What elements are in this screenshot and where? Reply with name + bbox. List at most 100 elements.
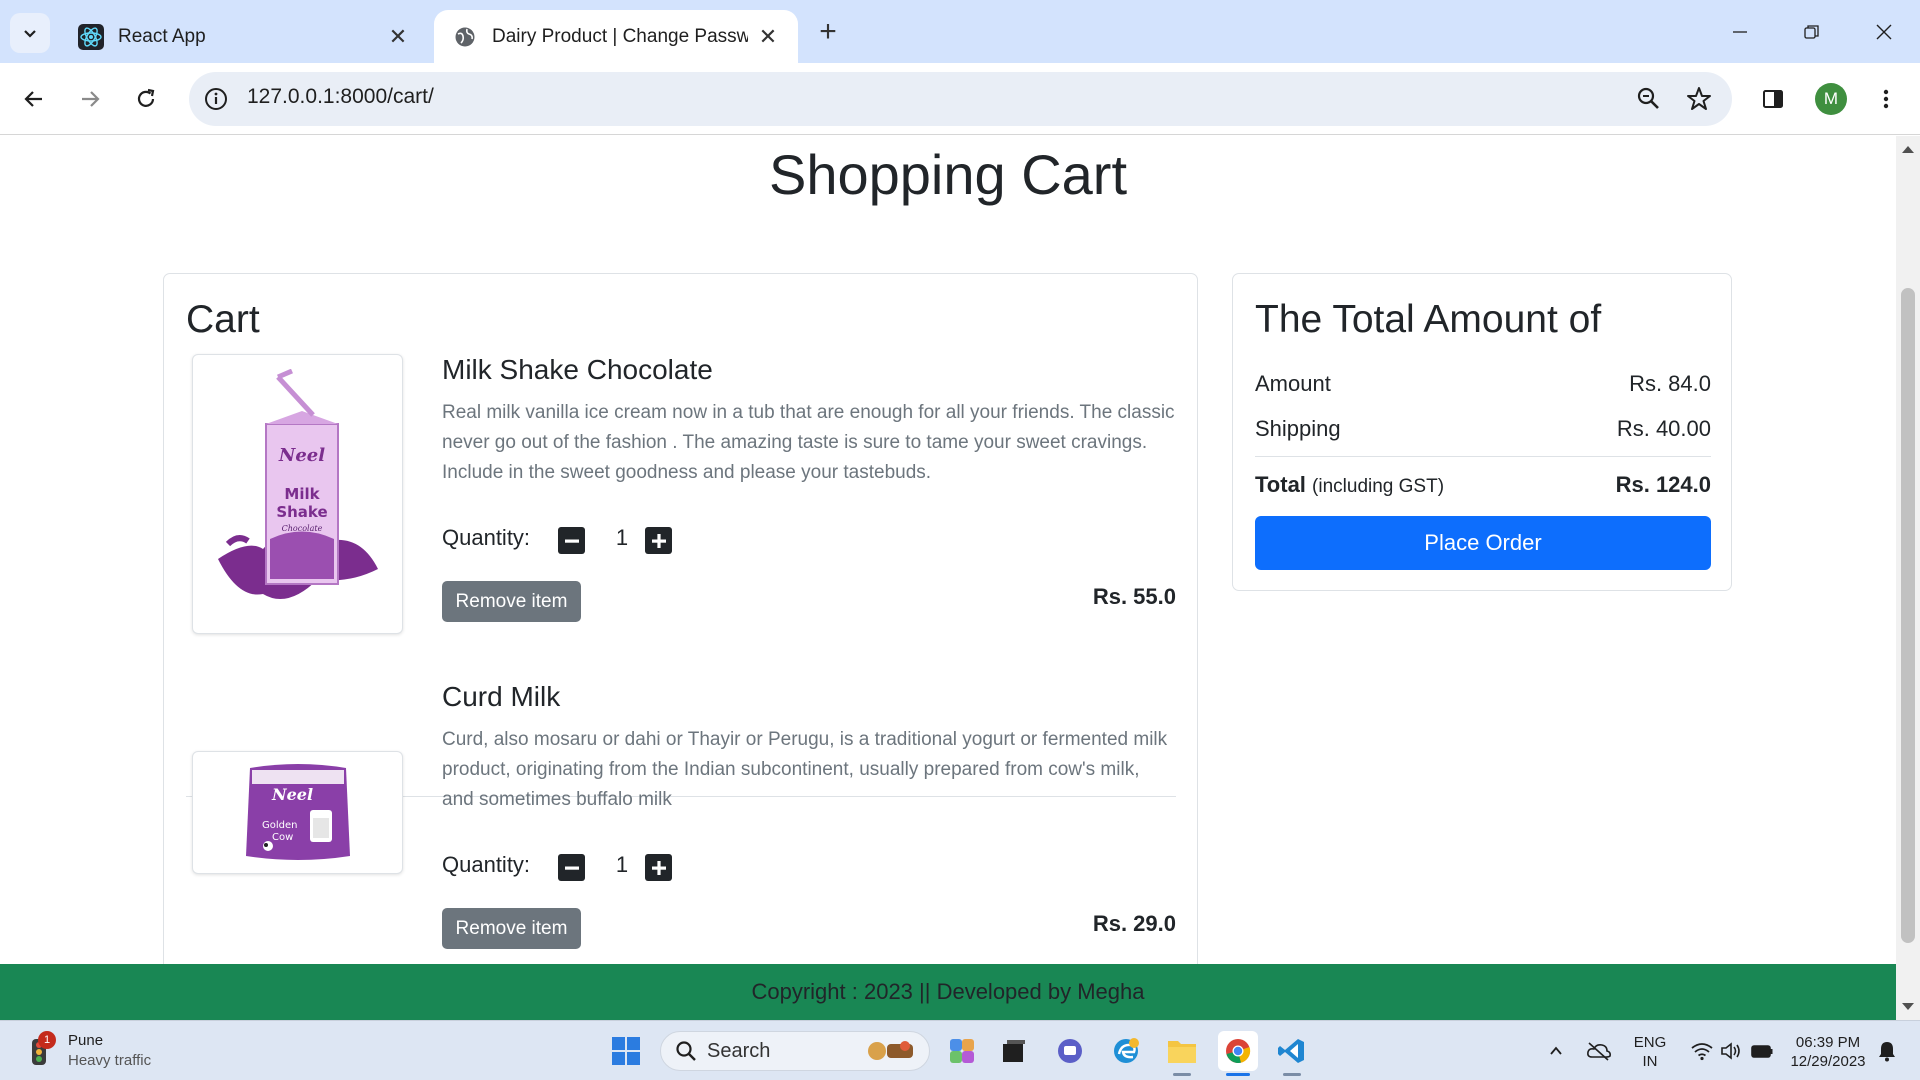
minimize-button[interactable] — [1720, 12, 1760, 52]
remove-item-button[interactable]: Remove item — [442, 908, 581, 949]
taskbar-search[interactable]: Search — [660, 1031, 930, 1071]
scroll-down-icon[interactable] — [1902, 1003, 1914, 1010]
task-view-icon — [1003, 1040, 1025, 1062]
place-order-button[interactable]: Place Order — [1255, 516, 1711, 570]
zoom-icon[interactable] — [1634, 84, 1664, 114]
task-view-app[interactable] — [994, 1031, 1034, 1071]
bookmark-star-icon[interactable] — [1684, 84, 1714, 114]
amount-value: Rs. 84.0 — [1629, 371, 1711, 396]
decrease-quantity-button[interactable] — [558, 527, 585, 554]
close-icon — [1876, 24, 1892, 40]
close-icon[interactable]: ✕ — [386, 24, 410, 49]
clock-date: 12/29/2023 — [1790, 1053, 1866, 1070]
product-image: Neel Milk Shake Chocolate — [192, 354, 403, 634]
footer: Copyright : 2023 || Developed by Megha — [0, 964, 1896, 1020]
increase-quantity-button[interactable] — [645, 527, 672, 554]
app-indicator — [1283, 1073, 1301, 1076]
url-text[interactable]: 127.0.0.1:8000/cart/ — [247, 85, 434, 109]
copilot-icon — [950, 1039, 974, 1063]
copilot-app[interactable] — [942, 1031, 982, 1071]
shipping-label: Shipping — [1255, 416, 1341, 441]
search-label: Search — [707, 1039, 771, 1062]
svg-text:Shake: Shake — [276, 503, 327, 521]
decrease-quantity-button[interactable] — [558, 854, 585, 881]
minimize-icon — [1733, 31, 1747, 33]
profile-avatar[interactable]: M — [1815, 83, 1847, 115]
vscode-icon — [1278, 1039, 1304, 1063]
quantity-label: Quantity: — [442, 525, 531, 550]
minus-icon — [564, 539, 579, 543]
taskbar: 1 Pune Heavy traffic Search ENG IN 06:39… — [0, 1020, 1920, 1080]
scrollbar-thumb[interactable] — [1901, 288, 1915, 943]
page-content: Shopping Cart Cart Neel Milk Shake Choco… — [0, 136, 1896, 964]
side-panel-button[interactable] — [1753, 79, 1793, 119]
summary-title: The Total Amount of — [1255, 298, 1602, 341]
page-scrollbar[interactable] — [1896, 136, 1920, 1020]
chat-icon — [1058, 1039, 1082, 1063]
language-code: ENG — [1633, 1034, 1667, 1051]
weather-widget[interactable]: 1 Pune Heavy traffic — [22, 1031, 151, 1071]
cart-card: Cart Neel Milk Shake Chocolate Milk Shak… — [163, 273, 1198, 964]
forward-button[interactable] — [70, 79, 110, 119]
clock[interactable]: 06:39 PM 12/29/2023 — [1780, 1033, 1876, 1071]
cart-item: Neel Golden Cow Curd Milk Curd, also mos… — [186, 681, 1176, 949]
plus-icon — [651, 860, 666, 875]
region-code: IN — [1642, 1053, 1658, 1070]
arrow-right-icon — [82, 91, 100, 107]
menu-button[interactable] — [1866, 79, 1906, 119]
back-button[interactable] — [14, 79, 54, 119]
notifications-button[interactable] — [1872, 1031, 1902, 1071]
product-image: Neel Golden Cow — [192, 751, 403, 874]
bell-icon — [1879, 1042, 1895, 1062]
search-highlight-icon — [868, 1041, 913, 1060]
increase-quantity-button[interactable] — [645, 854, 672, 881]
tab-dairy-product[interactable]: Dairy Product | Change Passwor ✕ — [434, 10, 798, 63]
teams-app[interactable] — [1050, 1031, 1090, 1071]
cart-item: Neel Milk Shake Chocolate Milk Shake Cho… — [186, 354, 1176, 634]
restore-button[interactable] — [1792, 12, 1832, 52]
react-icon — [78, 23, 104, 50]
product-price: Rs. 29.0 — [1092, 911, 1176, 936]
reload-icon — [137, 88, 155, 107]
close-window-button[interactable] — [1864, 12, 1904, 52]
tab-react-app[interactable]: React App ✕ — [60, 10, 428, 63]
vscode-app[interactable] — [1272, 1031, 1312, 1071]
tray-overflow-button[interactable] — [1542, 1031, 1570, 1071]
edge-app[interactable] — [1106, 1031, 1146, 1071]
total-value: Rs. 124.0 — [1615, 472, 1711, 497]
amount-label: Amount — [1255, 371, 1331, 396]
language-indicator[interactable]: ENG IN — [1630, 1033, 1670, 1071]
close-icon[interactable]: ✕ — [756, 24, 780, 49]
quantity-label: Quantity: — [442, 852, 531, 877]
chrome-icon — [1226, 1039, 1251, 1063]
product-name: Curd Milk — [442, 681, 561, 712]
new-tab-button[interactable]: + — [812, 15, 844, 48]
svg-text:Neel: Neel — [271, 785, 313, 804]
quantity-value: 1 — [615, 852, 629, 877]
chevron-up-icon — [1550, 1046, 1562, 1055]
total-label: Total — [1255, 472, 1306, 497]
svg-text:Golden: Golden — [262, 820, 297, 831]
volume-icon — [1721, 1042, 1740, 1060]
edge-icon — [1114, 1038, 1139, 1063]
remove-item-button[interactable]: Remove item — [442, 581, 581, 622]
address-bar[interactable]: 127.0.0.1:8000/cart/ — [189, 72, 1732, 126]
plus-icon — [651, 533, 666, 548]
svg-text:Milk: Milk — [284, 485, 320, 503]
file-explorer-app[interactable] — [1162, 1031, 1202, 1071]
reload-button[interactable] — [126, 79, 166, 119]
order-summary-card: The Total Amount of Amount Rs. 84.0 Ship… — [1232, 273, 1732, 591]
info-icon[interactable] — [201, 84, 231, 114]
chrome-app[interactable] — [1218, 1031, 1258, 1071]
quick-settings[interactable] — [1682, 1031, 1782, 1071]
product-description: Real milk vanilla ice cream now in a tub… — [442, 402, 1175, 483]
wifi-icon — [1691, 1043, 1713, 1061]
onedrive-status[interactable] — [1582, 1031, 1616, 1071]
battery-icon — [1751, 1045, 1773, 1058]
shipping-value: Rs. 40.00 — [1616, 416, 1711, 441]
scroll-up-icon[interactable] — [1902, 146, 1914, 153]
tab-search-button[interactable] — [10, 13, 50, 53]
start-button[interactable] — [606, 1031, 646, 1071]
restore-icon — [1804, 25, 1819, 39]
side-panel-icon — [1763, 90, 1783, 108]
